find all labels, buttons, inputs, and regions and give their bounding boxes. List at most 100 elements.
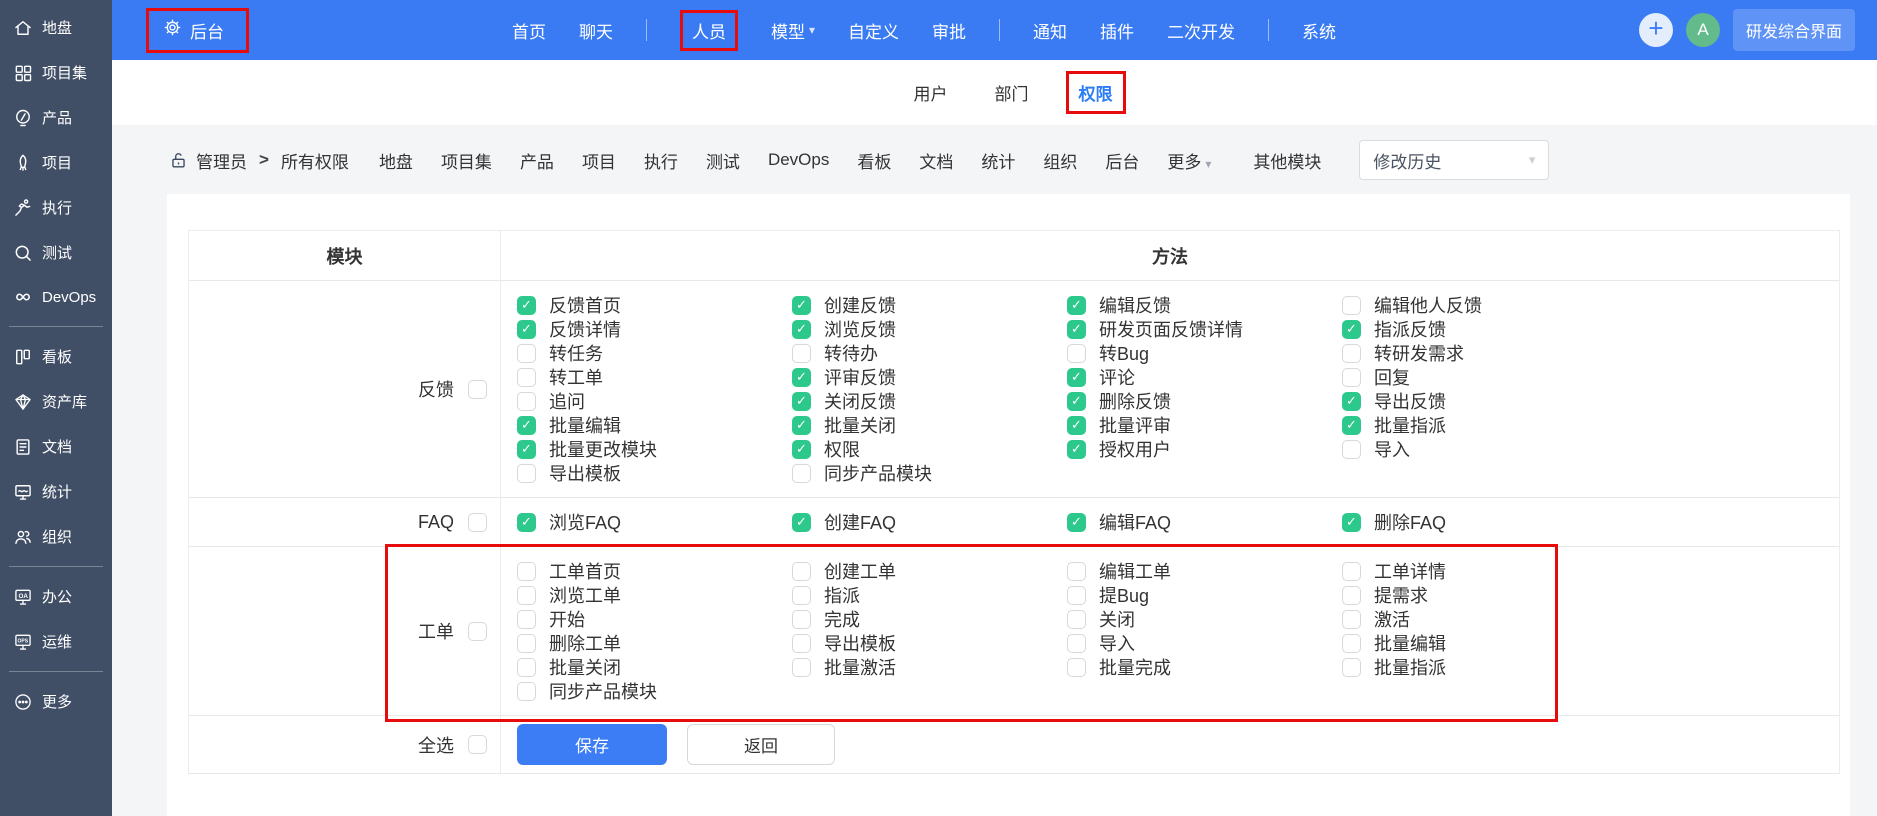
sidebar-item-execution[interactable]: 执行 (0, 185, 112, 230)
breadcrumb-module-product[interactable]: 产品 (520, 148, 554, 173)
permission-checkbox[interactable] (1342, 658, 1361, 677)
permission-checkbox[interactable]: ✓ (1342, 392, 1361, 411)
permission-checkbox[interactable]: ✓ (792, 416, 811, 435)
permission-checkbox[interactable] (1067, 634, 1086, 653)
permission-checkbox[interactable] (517, 344, 536, 363)
workspace-switch-button[interactable]: 研发综合界面 (1733, 9, 1855, 51)
nav-item-notification[interactable]: 通知 (1033, 18, 1067, 43)
avatar[interactable]: A (1686, 13, 1720, 47)
breadcrumb-module-stats[interactable]: 统计 (981, 148, 1015, 173)
breadcrumb-module-dashboard[interactable]: 地盘 (379, 148, 413, 173)
permission-checkbox[interactable]: ✓ (792, 513, 811, 532)
permission-checkbox[interactable] (517, 634, 536, 653)
nav-item-system[interactable]: 系统 (1302, 18, 1336, 43)
sidebar-item-stats[interactable]: 统计 (0, 469, 112, 514)
permission-checkbox[interactable]: ✓ (1067, 392, 1086, 411)
permission-checkbox[interactable] (517, 610, 536, 629)
permission-checkbox[interactable] (517, 586, 536, 605)
sidebar-item-org[interactable]: 组织 (0, 514, 112, 559)
permission-checkbox[interactable] (1342, 344, 1361, 363)
permission-checkbox[interactable]: ✓ (1067, 368, 1086, 387)
breadcrumb-module-admin[interactable]: 后台 (1105, 148, 1139, 173)
sidebar-item-office[interactable]: OA办公 (0, 574, 112, 619)
breadcrumb-module-org[interactable]: 组织 (1043, 148, 1077, 173)
breadcrumb-module-more[interactable]: 更多▾ (1167, 148, 1211, 173)
sidebar-item-dashboard[interactable]: 地盘 (0, 5, 112, 50)
permission-checkbox[interactable] (517, 392, 536, 411)
permission-checkbox[interactable] (1342, 296, 1361, 315)
breadcrumb-scope[interactable]: 所有权限 (281, 148, 349, 173)
permission-checkbox[interactable] (517, 682, 536, 701)
sidebar-item-product[interactable]: 产品 (0, 95, 112, 140)
permission-checkbox[interactable]: ✓ (1067, 296, 1086, 315)
nav-item-secondary-dev[interactable]: 二次开发 (1167, 18, 1235, 43)
nav-item-personnel[interactable]: 人员 (680, 10, 738, 51)
permission-checkbox[interactable] (1067, 562, 1086, 581)
sidebar-item-test[interactable]: 测试 (0, 230, 112, 275)
permission-checkbox[interactable] (1067, 658, 1086, 677)
permission-checkbox[interactable] (1342, 586, 1361, 605)
breadcrumb-module-program[interactable]: 项目集 (441, 148, 492, 173)
permission-checkbox[interactable] (792, 562, 811, 581)
permission-checkbox[interactable]: ✓ (792, 392, 811, 411)
nav-item-home[interactable]: 首页 (512, 18, 546, 43)
permission-checkbox[interactable]: ✓ (1067, 416, 1086, 435)
permission-checkbox[interactable] (1067, 586, 1086, 605)
sidebar-item-more[interactable]: 更多 (0, 679, 112, 724)
permission-checkbox[interactable] (1342, 440, 1361, 459)
sidebar-item-devops[interactable]: DevOps (0, 275, 112, 319)
permission-checkbox[interactable]: ✓ (517, 513, 536, 532)
permission-checkbox[interactable] (517, 368, 536, 387)
permission-checkbox[interactable]: ✓ (792, 368, 811, 387)
module-checkbox-faq[interactable] (468, 513, 487, 532)
tab-privileges[interactable]: 权限 (1066, 71, 1126, 114)
permission-checkbox[interactable]: ✓ (792, 440, 811, 459)
breadcrumb-module-test[interactable]: 测试 (706, 148, 740, 173)
permission-checkbox[interactable]: ✓ (1342, 513, 1361, 532)
permission-checkbox[interactable] (792, 344, 811, 363)
breadcrumb-module-doc[interactable]: 文档 (919, 148, 953, 173)
breadcrumb-module-project[interactable]: 项目 (582, 148, 616, 173)
permission-checkbox[interactable]: ✓ (1067, 440, 1086, 459)
permission-checkbox[interactable] (1067, 344, 1086, 363)
module-checkbox-ticket[interactable] (468, 622, 487, 641)
select-all-checkbox[interactable] (468, 735, 487, 754)
permission-checkbox[interactable]: ✓ (1067, 320, 1086, 339)
tab-departments[interactable]: 部门 (985, 74, 1039, 111)
permission-checkbox[interactable] (792, 658, 811, 677)
permission-checkbox[interactable] (1342, 562, 1361, 581)
permission-checkbox[interactable] (792, 634, 811, 653)
permission-checkbox[interactable]: ✓ (1342, 416, 1361, 435)
permission-checkbox[interactable] (517, 562, 536, 581)
permission-checkbox[interactable]: ✓ (792, 320, 811, 339)
save-button[interactable]: 保存 (517, 724, 667, 765)
sidebar-item-program[interactable]: 项目集 (0, 50, 112, 95)
nav-item-model[interactable]: 模型▾ (771, 18, 815, 43)
permission-checkbox[interactable] (792, 610, 811, 629)
permission-checkbox[interactable]: ✓ (517, 416, 536, 435)
nav-item-chat[interactable]: 聊天 (579, 18, 613, 43)
admin-nav-button[interactable]: 后台 (146, 8, 249, 53)
permission-checkbox[interactable] (1342, 610, 1361, 629)
history-select[interactable]: 修改历史 ▾ (1359, 140, 1549, 180)
permission-checkbox[interactable] (792, 586, 811, 605)
module-checkbox-feedback[interactable] (468, 380, 487, 399)
sidebar-item-ops[interactable]: OPS运维 (0, 619, 112, 664)
permission-checkbox[interactable] (517, 464, 536, 483)
sidebar-item-doc[interactable]: 文档 (0, 424, 112, 469)
permission-checkbox[interactable]: ✓ (1067, 513, 1086, 532)
breadcrumb-module-devops[interactable]: DevOps (768, 150, 829, 170)
nav-item-custom[interactable]: 自定义 (848, 18, 899, 43)
nav-item-plugin[interactable]: 插件 (1100, 18, 1134, 43)
permission-checkbox[interactable] (1067, 610, 1086, 629)
breadcrumb-other-modules[interactable]: 其他模块 (1253, 148, 1321, 173)
permission-checkbox[interactable] (517, 658, 536, 677)
breadcrumb-module-kanban[interactable]: 看板 (857, 148, 891, 173)
breadcrumb-role[interactable]: 管理员 (196, 148, 247, 173)
breadcrumb-module-execution[interactable]: 执行 (644, 148, 678, 173)
permission-checkbox[interactable]: ✓ (517, 440, 536, 459)
permission-checkbox[interactable] (792, 464, 811, 483)
sidebar-item-project[interactable]: 项目 (0, 140, 112, 185)
permission-checkbox[interactable] (1342, 634, 1361, 653)
permission-checkbox[interactable]: ✓ (517, 320, 536, 339)
